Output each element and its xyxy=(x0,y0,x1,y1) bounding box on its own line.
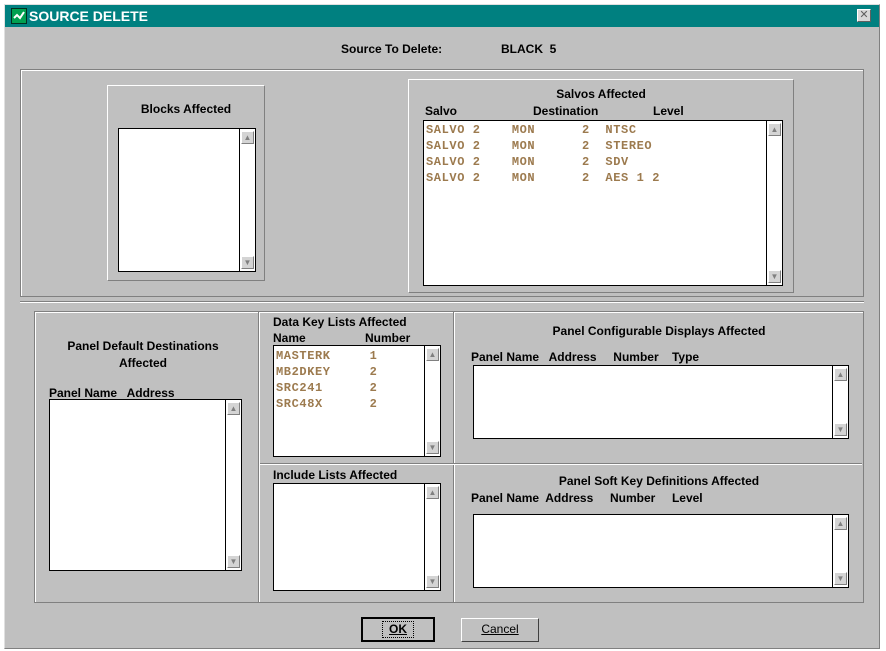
close-icon[interactable]: ✕ xyxy=(857,9,871,22)
panel-config-heading: Panel Configurable Displays Affected xyxy=(552,324,766,338)
panel-default-list[interactable]: ▲ ▼ xyxy=(49,399,242,571)
blocks-affected-heading: Blocks Affected xyxy=(140,102,232,116)
scroll-down-icon[interactable]: ▼ xyxy=(227,555,240,568)
salvos-scrollbar[interactable]: ▲ ▼ xyxy=(766,121,782,285)
level-column-header: Level xyxy=(653,104,684,118)
window-title: SOURCE DELETE xyxy=(29,8,149,24)
list-item[interactable]: SRC241 2 xyxy=(276,381,377,396)
scroll-down-icon[interactable]: ▼ xyxy=(768,270,781,283)
list-item[interactable]: SALVO 2 MON 2 AES 1 2 xyxy=(426,171,660,186)
panel-config-scrollbar[interactable]: ▲ ▼ xyxy=(832,366,848,438)
panel-default-heading-line2: Affected xyxy=(118,356,167,370)
source-to-delete-value: BLACK 5 xyxy=(501,42,557,56)
list-item[interactable]: MB2DKEY 2 xyxy=(276,365,377,380)
scroll-up-icon[interactable]: ▲ xyxy=(834,368,847,381)
scroll-down-icon[interactable]: ▼ xyxy=(426,575,439,588)
salvos-affected-heading: Salvos Affected xyxy=(556,87,646,101)
source-delete-dialog: SOURCE DELETE ✕ Source To Delete: BLACK … xyxy=(4,4,880,649)
list-item[interactable]: SRC48X 2 xyxy=(276,397,377,412)
divider xyxy=(20,301,864,303)
data-key-lists-heading: Data Key Lists Affected xyxy=(273,315,407,329)
ok-button[interactable]: OK xyxy=(361,617,435,642)
data-key-number-header: Number xyxy=(365,331,411,345)
scroll-down-icon[interactable]: ▼ xyxy=(241,256,254,269)
ok-button-label: OK xyxy=(382,621,414,638)
panel-config-columns: Panel Name Address Number Type xyxy=(471,350,700,364)
scroll-down-icon[interactable]: ▼ xyxy=(834,423,847,436)
divider xyxy=(260,463,862,465)
app-icon xyxy=(11,8,27,24)
scroll-up-icon[interactable]: ▲ xyxy=(227,402,240,415)
list-item[interactable]: SALVO 2 MON 2 NTSC xyxy=(426,123,637,138)
data-key-name-header: Name xyxy=(273,331,306,345)
panel-default-scrollbar[interactable]: ▲ ▼ xyxy=(225,400,241,570)
list-item[interactable]: SALVO 2 MON 2 SDV xyxy=(426,155,629,170)
cancel-button-label: Cancel xyxy=(481,622,519,636)
panel-default-columns: Panel Name Address xyxy=(49,386,175,400)
panel-soft-scrollbar[interactable]: ▲ ▼ xyxy=(832,515,848,587)
destination-column-header: Destination xyxy=(533,104,599,118)
title-bar[interactable]: SOURCE DELETE ✕ xyxy=(5,5,879,27)
include-lists-scrollbar[interactable]: ▲ ▼ xyxy=(424,484,440,590)
panel-soft-columns: Panel Name Address Number Level xyxy=(471,491,703,505)
scroll-up-icon[interactable]: ▲ xyxy=(241,131,254,144)
divider xyxy=(258,312,260,602)
scroll-up-icon[interactable]: ▲ xyxy=(834,517,847,530)
scroll-up-icon[interactable]: ▲ xyxy=(426,348,439,361)
data-key-scrollbar[interactable]: ▲ ▼ xyxy=(424,346,440,456)
salvo-column-header: Salvo xyxy=(425,104,458,118)
panel-default-heading: Panel Default Destinations Affected xyxy=(43,338,243,372)
panel-soft-list[interactable]: ▲ ▼ xyxy=(473,514,849,588)
scroll-up-icon[interactable]: ▲ xyxy=(426,486,439,499)
include-lists-list[interactable]: ▲ ▼ xyxy=(273,483,441,591)
scroll-up-icon[interactable]: ▲ xyxy=(768,123,781,136)
scroll-down-icon[interactable]: ▼ xyxy=(426,441,439,454)
panel-soft-heading: Panel Soft Key Definitions Affected xyxy=(558,474,760,488)
salvos-list[interactable]: SALVO 2 MON 2 NTSC SALVO 2 MON 2 STEREO … xyxy=(423,120,783,286)
blocks-affected-panel: Blocks Affected ▲ ▼ xyxy=(107,85,265,281)
list-item[interactable]: SALVO 2 MON 2 STEREO xyxy=(426,139,652,154)
include-lists-heading: Include Lists Affected xyxy=(273,468,398,482)
panel-config-list[interactable]: ▲ ▼ xyxy=(473,365,849,439)
data-key-lists-list[interactable]: MASTERK 1 MB2DKEY 2 SRC241 2 SRC48X 2 ▲ … xyxy=(273,345,441,457)
cancel-button[interactable]: Cancel xyxy=(461,618,539,642)
scroll-down-icon[interactable]: ▼ xyxy=(834,572,847,585)
divider xyxy=(453,312,455,602)
blocks-scrollbar[interactable]: ▲ ▼ xyxy=(239,129,255,271)
salvos-affected-panel: Salvos Affected Salvo Destination Level … xyxy=(408,79,794,293)
panel-default-heading-line1: Panel Default Destinations xyxy=(67,339,219,353)
list-item[interactable]: MASTERK 1 xyxy=(276,349,377,364)
blocks-affected-list[interactable]: ▲ ▼ xyxy=(118,128,256,272)
source-to-delete-label: Source To Delete: xyxy=(341,42,443,56)
